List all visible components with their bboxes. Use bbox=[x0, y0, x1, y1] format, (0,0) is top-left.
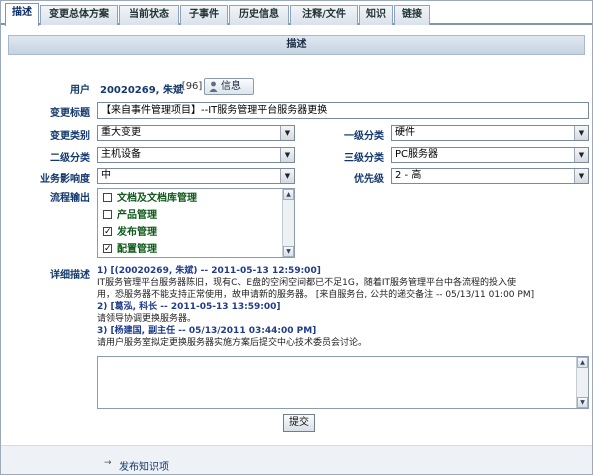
scroll-up-icon[interactable]: ▲ bbox=[283, 189, 294, 200]
checkbox[interactable] bbox=[103, 210, 112, 219]
impact-label: 业务影响度 bbox=[40, 174, 90, 185]
history-entry-body: 请领导协调更换服务器。 bbox=[97, 314, 197, 324]
priority-label: 优先级 bbox=[354, 174, 384, 185]
change-type-label: 变更类别 bbox=[50, 131, 90, 142]
details-history: 1) [(20020269, 朱斌) -- 2011-05-13 12:59:0… bbox=[97, 265, 587, 357]
details-label: 详细描述 bbox=[50, 270, 90, 281]
cat2-select[interactable]: 主机设备 ▼ bbox=[97, 147, 295, 163]
flow-item-release[interactable]: 发布管理 bbox=[103, 224, 157, 241]
flow-item-label: 配置管理 bbox=[117, 244, 157, 255]
info-button-label: 信息 bbox=[221, 81, 241, 92]
flow-item-label: 产品管理 bbox=[117, 210, 157, 221]
cat1-value: 硬件 bbox=[395, 127, 415, 138]
note-scrollbar[interactable]: ▲ ▼ bbox=[576, 357, 588, 408]
chevron-down-icon: ▼ bbox=[574, 126, 588, 140]
chevron-down-icon: ▼ bbox=[280, 126, 294, 140]
person-icon bbox=[209, 81, 218, 92]
new-note-textarea[interactable]: ▲ ▼ bbox=[97, 356, 589, 409]
chevron-down-icon: ▼ bbox=[280, 148, 294, 162]
cat1-select[interactable]: 硬件 ▼ bbox=[391, 125, 589, 141]
tab-history[interactable]: 历史信息 bbox=[229, 5, 289, 25]
priority-select[interactable]: 2 - 高 ▼ bbox=[391, 168, 589, 184]
chevron-down-icon: ▼ bbox=[280, 169, 294, 183]
arrow-right-icon: → bbox=[104, 458, 112, 468]
title-input[interactable]: 【来自事件管理项目】--IT服务管理平台服务器更换 bbox=[97, 102, 589, 119]
cat3-label: 三级分类 bbox=[344, 153, 384, 164]
scroll-up-icon[interactable]: ▲ bbox=[577, 357, 588, 368]
info-button[interactable]: 信息 bbox=[204, 78, 254, 95]
cat1-label: 一级分类 bbox=[344, 131, 384, 142]
checkbox-checked[interactable] bbox=[103, 241, 112, 257]
chevron-down-icon: ▼ bbox=[574, 148, 588, 162]
scroll-down-icon[interactable]: ▼ bbox=[577, 397, 588, 408]
tab-links[interactable]: 链接 bbox=[394, 5, 430, 25]
user-label: 用户 bbox=[70, 85, 90, 96]
impact-value: 中 bbox=[101, 170, 111, 181]
bottom-bar bbox=[1, 445, 592, 474]
publish-knowledge-link[interactable]: 发布知识项 bbox=[119, 458, 169, 473]
cat3-value: PC服务器 bbox=[395, 149, 439, 160]
tab-notes-files[interactable]: 注释/文件 bbox=[290, 5, 358, 25]
cat2-label: 二级分类 bbox=[50, 153, 90, 164]
flow-item-label: 文档及文档库管理 bbox=[117, 193, 197, 204]
flow-item-product[interactable]: 产品管理 bbox=[103, 208, 157, 224]
user-value: 20020269, 朱斌 bbox=[100, 85, 183, 96]
tab-sub-events[interactable]: 子事件 bbox=[180, 5, 228, 25]
flow-output-list[interactable]: 文档及文档库管理 产品管理 发布管理 配置管理 ▲ ▼ bbox=[97, 188, 295, 258]
section-header: 描述 bbox=[8, 35, 585, 55]
tab-knowledge[interactable]: 知识 bbox=[359, 5, 393, 25]
history-entry-header: 1) [(20020269, 朱斌) -- 2011-05-13 12:59:0… bbox=[97, 266, 321, 276]
title-label: 变更标题 bbox=[50, 108, 90, 119]
impact-select[interactable]: 中 ▼ bbox=[97, 168, 295, 184]
checkbox[interactable] bbox=[103, 193, 112, 202]
user-extra: - [96] bbox=[175, 81, 203, 92]
history-entry-header: 2) [葛泓, 科长 -- 2011-05-13 13:59:00] bbox=[97, 302, 281, 312]
flow-output-label: 流程输出 bbox=[50, 193, 90, 204]
checkbox-checked[interactable] bbox=[103, 224, 112, 240]
history-entry-body: IT服务管理平台服务器陈旧，现有C、E盘的空闲空间都已不足1G，随着IT服务管理… bbox=[97, 278, 516, 288]
flow-item-config[interactable]: 配置管理 bbox=[103, 241, 157, 257]
cat2-value: 主机设备 bbox=[101, 149, 141, 160]
history-entry-header: 3) [杨建国, 副主任 -- 05/13/2011 03:44:00 PM] bbox=[97, 326, 317, 336]
tab-current-status[interactable]: 当前状态 bbox=[119, 5, 179, 25]
history-entry-body: 请用户服务室拟定更换服务器实施方案后提交中心技术委员会讨论。 bbox=[97, 338, 368, 348]
history-entry-body: 用，恐服务器不能支持正常使用，故申请新的服务器。 [来自服务台, 公共的递交备注… bbox=[97, 290, 535, 300]
flow-item-docs[interactable]: 文档及文档库管理 bbox=[103, 191, 197, 207]
tab-overall-plan[interactable]: 变更总体方案 bbox=[40, 5, 118, 25]
priority-value: 2 - 高 bbox=[395, 170, 422, 181]
cat3-select[interactable]: PC服务器 ▼ bbox=[391, 147, 589, 163]
scroll-down-icon[interactable]: ▼ bbox=[283, 246, 294, 257]
chevron-down-icon: ▼ bbox=[574, 169, 588, 183]
tab-description[interactable]: 描述 bbox=[5, 3, 39, 26]
change-type-select[interactable]: 重大变更 ▼ bbox=[97, 125, 295, 141]
tab-bar: 描述 变更总体方案 当前状态 子事件 历史信息 注释/文件 知识 链接 bbox=[1, 1, 592, 26]
submit-button[interactable]: 提交 bbox=[283, 414, 315, 432]
flow-scrollbar[interactable]: ▲ ▼ bbox=[282, 189, 294, 257]
change-type-value: 重大变更 bbox=[101, 127, 141, 138]
flow-item-label: 发布管理 bbox=[117, 227, 157, 238]
